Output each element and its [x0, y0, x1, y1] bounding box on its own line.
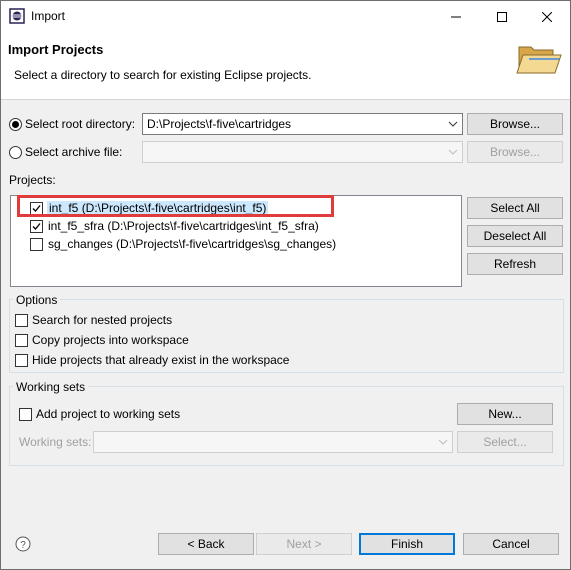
finish-button[interactable]: Finish — [359, 533, 455, 555]
maximize-icon — [497, 11, 507, 22]
refresh-button[interactable]: Refresh — [467, 253, 563, 275]
browse-archive-button[interactable]: Browse... — [467, 141, 563, 163]
maximize-button[interactable] — [479, 1, 525, 32]
root-directory-combo[interactable]: D:\Projects\f-five\cartridges — [142, 113, 463, 135]
chevron-down-icon — [448, 121, 458, 127]
title-bar: Import — [1, 1, 570, 32]
root-directory-label: Select root directory: — [25, 117, 136, 131]
deselect-all-button[interactable]: Deselect All — [467, 225, 563, 247]
back-button[interactable]: < Back — [158, 533, 254, 555]
hide-existing-label: Hide projects that already exist in the … — [32, 353, 290, 367]
close-icon — [542, 11, 552, 22]
minimize-icon — [451, 16, 461, 17]
import-dialog: Import Import Projects Select a director… — [0, 0, 571, 570]
project-checkbox[interactable] — [30, 220, 43, 233]
close-button[interactable] — [524, 1, 570, 32]
checkmark-icon — [32, 223, 41, 230]
new-working-set-button[interactable]: New... — [457, 403, 553, 425]
archive-file-label: Select archive file: — [25, 145, 123, 159]
select-all-button[interactable]: Select All — [467, 197, 563, 219]
working-sets-combo[interactable] — [93, 431, 453, 453]
project-checkbox[interactable] — [30, 238, 43, 251]
svg-text:?: ? — [20, 540, 26, 551]
cancel-button[interactable]: Cancel — [463, 533, 559, 555]
copy-projects-checkbox[interactable] — [15, 334, 28, 347]
chevron-down-icon — [448, 149, 458, 155]
nested-projects-checkbox[interactable] — [15, 314, 28, 327]
select-working-sets-button[interactable]: Select... — [457, 431, 553, 453]
root-directory-radio[interactable] — [9, 118, 22, 131]
eclipse-app-icon — [9, 8, 25, 24]
page-title: Import Projects — [8, 42, 104, 57]
add-to-working-sets-label: Add project to working sets — [36, 407, 181, 421]
open-folder-icon — [516, 46, 562, 74]
root-directory-value: D:\Projects\f-five\cartridges — [147, 117, 292, 131]
working-sets-title: Working sets — [13, 380, 89, 394]
chevron-down-icon — [438, 439, 448, 445]
help-icon[interactable]: ? — [15, 536, 31, 552]
copy-projects-label: Copy projects into workspace — [32, 333, 189, 347]
page-description: Select a directory to search for existin… — [14, 68, 312, 82]
hide-existing-checkbox[interactable] — [15, 354, 28, 367]
highlight-annotation — [17, 195, 334, 217]
add-to-working-sets-checkbox[interactable] — [19, 408, 32, 421]
options-title: Options — [13, 293, 61, 307]
next-button[interactable]: Next > — [256, 533, 352, 555]
minimize-button[interactable] — [433, 1, 479, 32]
archive-file-radio[interactable] — [9, 146, 22, 159]
projects-label: Projects: — [9, 173, 56, 187]
archive-file-combo[interactable] — [142, 141, 463, 163]
window-title: Import — [31, 9, 66, 23]
browse-root-button[interactable]: Browse... — [467, 113, 563, 135]
nested-projects-label: Search for nested projects — [32, 313, 173, 327]
wizard-header: Import Projects Select a directory to se… — [1, 32, 570, 100]
working-sets-label: Working sets: — [19, 435, 92, 449]
working-sets-group — [9, 386, 564, 466]
project-label: int_f5_sfra (D:\Projects\f-five\cartridg… — [48, 219, 319, 233]
project-label: sg_changes (D:\Projects\f-five\cartridge… — [48, 237, 337, 251]
